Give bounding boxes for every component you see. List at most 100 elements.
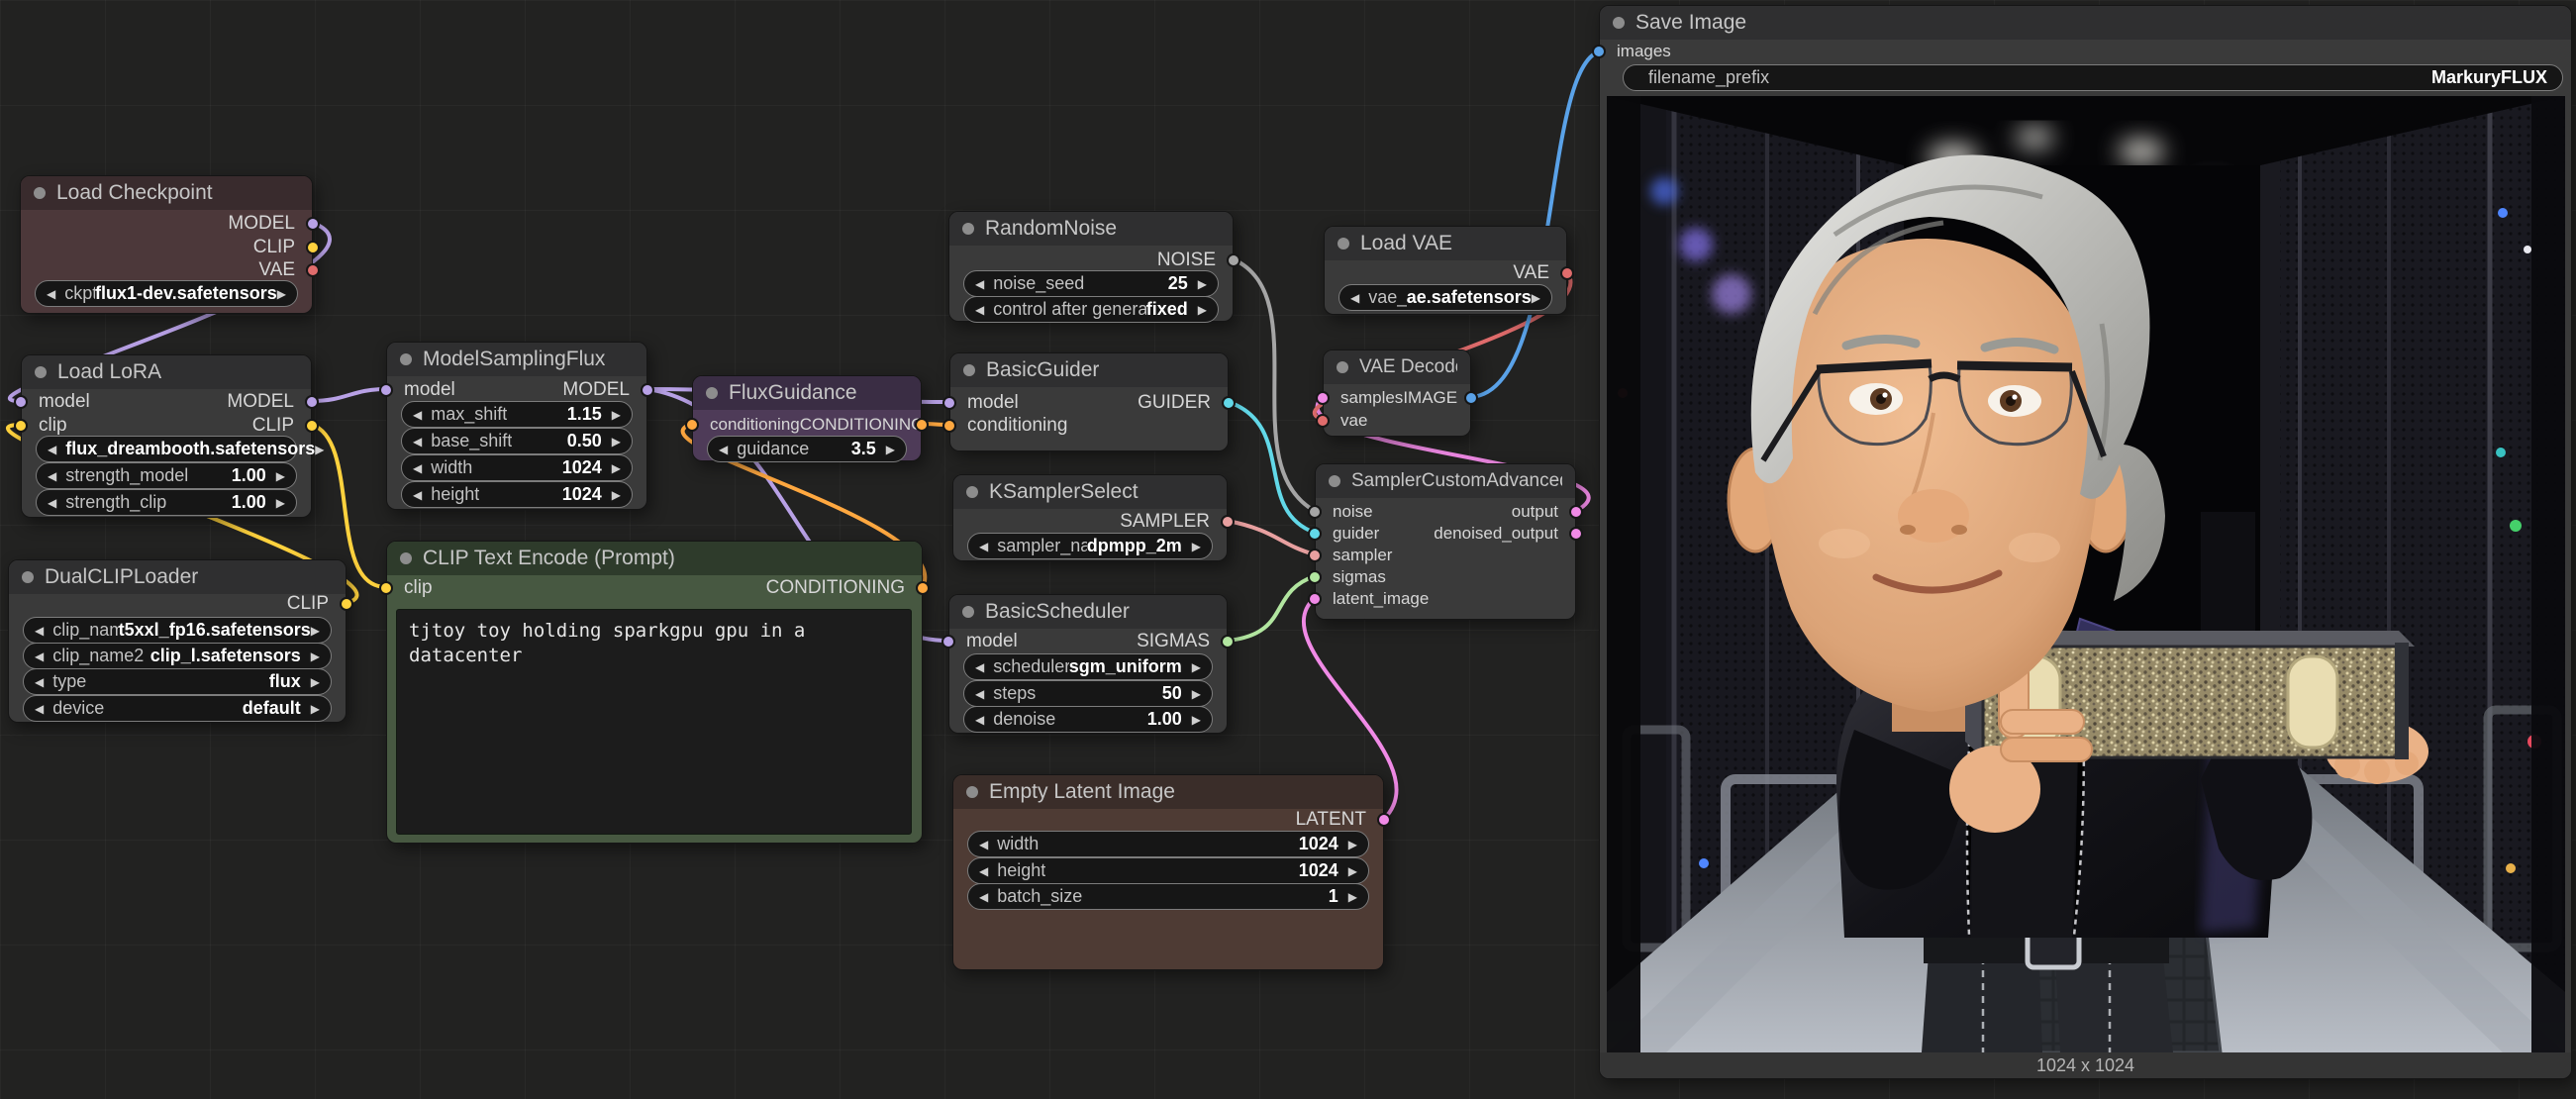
right-arrow-icon[interactable]: ▶	[1348, 838, 1357, 851]
node-header[interactable]: KSamplerSelect	[953, 475, 1227, 509]
node-sampler-custom-advanced[interactable]: SamplerCustomAdvanced noiseoutput guider…	[1315, 463, 1576, 620]
left-arrow-icon[interactable]: ◀	[975, 713, 984, 727]
right-arrow-icon[interactable]: ▶	[612, 435, 621, 449]
input-port-noise[interactable]	[1308, 505, 1322, 519]
left-arrow-icon[interactable]: ◀	[48, 469, 56, 483]
device-widget[interactable]: ◀devicedefault▶	[23, 695, 332, 722]
base-shift-widget[interactable]: ◀base_shift0.50▶	[401, 428, 633, 454]
right-arrow-icon[interactable]: ▶	[1192, 687, 1201, 701]
input-port-conditioning[interactable]	[942, 419, 956, 433]
width-widget[interactable]: ◀width1024▶	[401, 454, 633, 481]
node-random-noise[interactable]: RandomNoise NOISE ◀noise_seed25▶ ◀contro…	[948, 211, 1234, 322]
output-port-image[interactable]	[1464, 391, 1478, 405]
left-arrow-icon[interactable]: ◀	[975, 303, 984, 317]
node-load-vae[interactable]: Load VAE VAE ◀vae_nameae.safetensors▶	[1324, 226, 1567, 315]
node-header[interactable]: RandomNoise	[949, 212, 1233, 246]
input-port-images[interactable]	[1592, 45, 1606, 58]
right-arrow-icon[interactable]: ▶	[1192, 660, 1201, 674]
sampler-name-widget[interactable]: ◀sampler_namedpmpp_2m▶	[967, 533, 1213, 559]
left-arrow-icon[interactable]: ◀	[48, 496, 56, 510]
width-widget[interactable]: ◀width1024▶	[967, 831, 1369, 857]
left-arrow-icon[interactable]: ◀	[35, 675, 44, 689]
right-arrow-icon[interactable]: ▶	[612, 408, 621, 422]
strength-clip-widget[interactable]: ◀strength_clip1.00▶	[36, 489, 297, 516]
right-arrow-icon[interactable]: ▶	[311, 675, 320, 689]
collapse-dot-icon[interactable]	[966, 486, 978, 498]
node-basic-scheduler[interactable]: BasicScheduler modelSIGMAS ◀schedulersgm…	[948, 594, 1228, 734]
input-port-sigmas[interactable]	[1308, 570, 1322, 584]
node-header[interactable]: BasicScheduler	[949, 595, 1227, 629]
node-header[interactable]: ModelSamplingFlux	[387, 343, 646, 376]
output-port-guider[interactable]	[1222, 396, 1236, 410]
collapse-dot-icon[interactable]	[1613, 17, 1625, 29]
filename-prefix-widget[interactable]: filename_prefixMarkuryFLUX	[1623, 64, 2563, 91]
clip-name1-widget[interactable]: ◀clip_name1t5xxl_fp16.safetensors▶	[23, 617, 332, 644]
left-arrow-icon[interactable]: ◀	[35, 624, 44, 638]
scheduler-widget[interactable]: ◀schedulersgm_uniform▶	[963, 653, 1213, 680]
input-port-guider[interactable]	[1308, 527, 1322, 541]
left-arrow-icon[interactable]: ◀	[413, 488, 422, 502]
output-port-noise[interactable]	[1227, 253, 1240, 267]
left-arrow-icon[interactable]: ◀	[719, 443, 728, 456]
left-arrow-icon[interactable]: ◀	[413, 408, 422, 422]
input-port-model[interactable]	[942, 396, 956, 410]
denoise-widget[interactable]: ◀denoise1.00▶	[963, 706, 1213, 733]
output-port-model[interactable]	[306, 217, 320, 231]
left-arrow-icon[interactable]: ◀	[413, 461, 422, 475]
node-header[interactable]: Load Checkpoint	[21, 176, 312, 210]
right-arrow-icon[interactable]: ▶	[1348, 864, 1357, 878]
ckpt-name-widget[interactable]: ◀ckpt_nameflux1-dev.safetensors▶	[35, 280, 298, 307]
right-arrow-icon[interactable]: ▶	[1348, 890, 1357, 904]
node-load-checkpoint[interactable]: Load Checkpoint MODEL CLIP VAE ◀ckpt_nam…	[20, 175, 313, 314]
node-header[interactable]: BasicGuider	[950, 353, 1228, 387]
left-arrow-icon[interactable]: ◀	[979, 864, 988, 878]
right-arrow-icon[interactable]: ▶	[276, 469, 285, 483]
noise-seed-widget[interactable]: ◀noise_seed25▶	[963, 270, 1219, 297]
max-shift-widget[interactable]: ◀max_shift1.15▶	[401, 401, 633, 428]
clip-name2-widget[interactable]: ◀clip_name2clip_l.safetensors▶	[23, 643, 332, 669]
vae-name-widget[interactable]: ◀vae_nameae.safetensors▶	[1338, 284, 1552, 311]
output-port-clip[interactable]	[340, 597, 353, 611]
prompt-textarea[interactable]: tjtoy toy holding sparkgpu gpu in a data…	[396, 609, 912, 835]
node-ksampler-select[interactable]: KSamplerSelect SAMPLER ◀sampler_namedpmp…	[952, 474, 1228, 561]
left-arrow-icon[interactable]: ◀	[975, 660, 984, 674]
strength-model-widget[interactable]: ◀strength_model1.00▶	[36, 462, 297, 489]
node-header[interactable]: SamplerCustomAdvanced	[1316, 464, 1575, 498]
input-port-samples[interactable]	[1316, 391, 1330, 405]
output-port-model[interactable]	[641, 383, 654, 397]
type-widget[interactable]: ◀typeflux▶	[23, 668, 332, 695]
collapse-dot-icon[interactable]	[35, 366, 47, 378]
node-header[interactable]: DualCLIPLoader	[9, 560, 346, 594]
node-save-image[interactable]: Save Image images filename_prefixMarkury…	[1599, 5, 2572, 1079]
collapse-dot-icon[interactable]	[34, 187, 46, 199]
right-arrow-icon[interactable]: ▶	[1532, 291, 1540, 305]
output-port-clip[interactable]	[306, 241, 320, 254]
right-arrow-icon[interactable]: ▶	[277, 287, 286, 301]
collapse-dot-icon[interactable]	[962, 606, 974, 618]
node-header[interactable]: Load LoRA	[22, 355, 311, 389]
node-model-sampling-flux[interactable]: ModelSamplingFlux modelMODEL ◀max_shift1…	[386, 342, 647, 510]
left-arrow-icon[interactable]: ◀	[47, 287, 55, 301]
node-empty-latent-image[interactable]: Empty Latent Image LATENT ◀width1024▶ ◀h…	[952, 774, 1384, 970]
comfyui-canvas[interactable]: { "app": {"name": "ComfyUI node graph"},…	[0, 0, 2576, 1099]
node-basic-guider[interactable]: BasicGuider modelGUIDER conditioning	[949, 352, 1229, 451]
output-port-conditioning[interactable]	[916, 581, 930, 595]
collapse-dot-icon[interactable]	[962, 223, 974, 235]
batch-size-widget[interactable]: ◀batch_size1▶	[967, 883, 1369, 910]
collapse-dot-icon[interactable]	[22, 571, 34, 583]
collapse-dot-icon[interactable]	[1329, 475, 1340, 487]
left-arrow-icon[interactable]: ◀	[413, 435, 422, 449]
output-port-output[interactable]	[1569, 505, 1583, 519]
lora-name-widget[interactable]: ◀lor ...flux_dreambooth.safetensors▶	[36, 436, 297, 462]
right-arrow-icon[interactable]: ▶	[276, 496, 285, 510]
node-header[interactable]: VAE Decode	[1324, 350, 1470, 384]
node-header[interactable]: Load VAE	[1325, 227, 1566, 260]
left-arrow-icon[interactable]: ◀	[975, 687, 984, 701]
node-flux-guidance[interactable]: FluxGuidance conditioningCONDITIONING ◀g…	[692, 375, 922, 461]
collapse-dot-icon[interactable]	[400, 353, 412, 365]
collapse-dot-icon[interactable]	[963, 364, 975, 376]
collapse-dot-icon[interactable]	[1337, 361, 1348, 373]
output-port-vae[interactable]	[1560, 266, 1574, 280]
output-port-sampler[interactable]	[1221, 515, 1235, 529]
output-port-vae[interactable]	[306, 263, 320, 277]
